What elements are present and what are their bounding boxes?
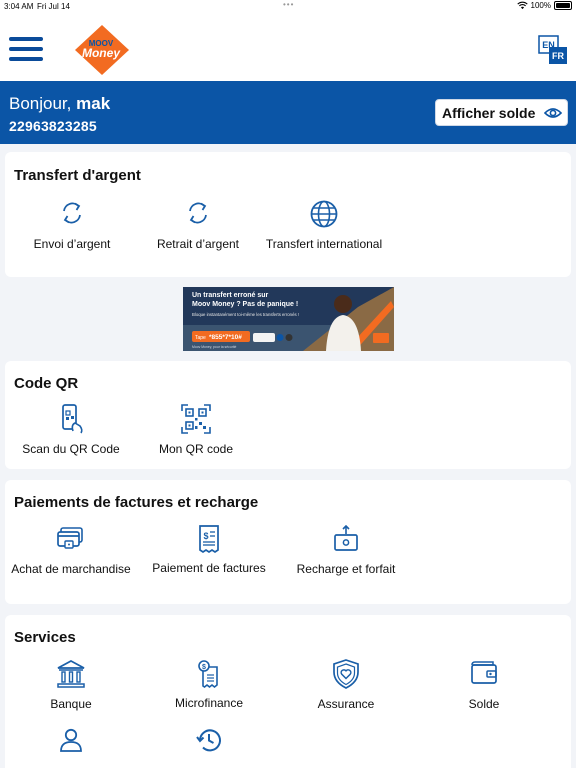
- greeting: Bonjour, mak: [9, 94, 110, 114]
- transfer-card: Transfert d'argent Envoi d’argent Retrai…: [5, 152, 571, 277]
- eye-icon: [544, 108, 562, 118]
- promo-ussd: *855*7*10#: [209, 334, 242, 341]
- topup-icon: [334, 525, 358, 551]
- services-card: Services Banque $ Microfinance Assurance…: [5, 615, 571, 768]
- transfer-title: Transfert d'argent: [14, 167, 141, 184]
- show-balance-button[interactable]: Afficher solde: [435, 99, 568, 126]
- microfinance-item[interactable]: $ Microfinance: [149, 659, 269, 712]
- status-time: 3:04 AM: [4, 2, 34, 11]
- user-name: mak: [76, 94, 111, 113]
- refresh-icon: [189, 202, 207, 224]
- wifi-icon: [516, 1, 528, 10]
- history-icon: [196, 729, 221, 752]
- microfinance-label: Microfinance: [174, 696, 244, 710]
- insurance-label: Assurance: [317, 697, 375, 711]
- withdraw-money-label: Retrait d’argent: [156, 237, 240, 251]
- my-qr-label: Mon QR code: [158, 442, 234, 456]
- account-banner: Bonjour, mak 22963823285 Afficher solde: [0, 81, 576, 144]
- international-transfer-item[interactable]: Transfert international: [264, 199, 384, 253]
- scan-qr-label: Scan du QR Code: [22, 442, 120, 456]
- bill-icon: $: [199, 525, 219, 554]
- send-money-label: Envoi d’argent: [33, 237, 111, 251]
- purchase-label: Achat de marchandise: [11, 562, 131, 576]
- topup-label: Recharge et forfait: [296, 562, 396, 576]
- qr-code-icon: [181, 404, 211, 434]
- withdraw-money-item[interactable]: Retrait d’argent: [138, 199, 258, 253]
- show-balance-label: Afficher solde: [442, 105, 536, 121]
- my-qr-item[interactable]: Mon QR code: [136, 404, 256, 458]
- svg-text:$: $: [203, 531, 208, 541]
- logo-text-bottom: Money: [82, 46, 121, 60]
- phone-number: 22963823285: [9, 118, 97, 134]
- services-title: Services: [14, 629, 76, 646]
- bank-label: Banque: [50, 697, 92, 711]
- scan-qr-item[interactable]: Scan du QR Code: [11, 404, 131, 458]
- purchase-item[interactable]: Achat de marchandise: [11, 525, 131, 578]
- top-bar: MOOV Money EN FR: [0, 14, 576, 81]
- payments-card: Paiements de factures et recharge Achat …: [5, 480, 571, 604]
- phone-qr-icon: [62, 404, 83, 434]
- send-money-item[interactable]: Envoi d’argent: [12, 199, 132, 253]
- refresh-icon: [63, 202, 81, 224]
- globe-icon: [310, 200, 338, 228]
- qr-card: Code QR Scan du QR Code Mon QR code: [5, 361, 571, 469]
- language-switch-icon[interactable]: EN FR: [538, 35, 568, 65]
- promo-headline-2: Moov Money ? Pas de panique !: [192, 301, 298, 308]
- topup-item[interactable]: Recharge et forfait: [286, 525, 406, 578]
- moov-money-logo: MOOV Money: [75, 25, 129, 75]
- promo-headline-1: Un transfert erroné sur: [192, 292, 269, 299]
- qr-title: Code QR: [14, 375, 79, 392]
- status-right: 100%: [516, 1, 572, 10]
- microfinance-icon: $: [198, 660, 218, 689]
- payments-title: Paiements de factures et recharge: [14, 494, 259, 511]
- battery-percent: 100%: [530, 1, 551, 10]
- greeting-text: Bonjour,: [9, 94, 72, 113]
- shield-heart-icon: [333, 659, 359, 689]
- profile-item[interactable]: [11, 727, 131, 760]
- international-transfer-label: Transfert international: [265, 237, 383, 251]
- card-icon: [57, 527, 83, 549]
- history-item[interactable]: [149, 726, 269, 761]
- promo-banner[interactable]: Un transfert erroné sur Moov Money ? Pas…: [183, 287, 394, 351]
- insurance-item[interactable]: Assurance: [286, 659, 406, 713]
- multitask-dots-icon: •••: [283, 0, 295, 9]
- promo-body: Bloque instantanément toi-même les trans…: [192, 312, 299, 317]
- bank-item[interactable]: Banque: [11, 659, 131, 713]
- status-bar: 3:04 AM Fri Jul 14 ••• 100%: [0, 0, 576, 14]
- promo-footer: Moov Money, pour ta sécurité: [192, 345, 237, 349]
- balance-label: Solde: [468, 697, 500, 711]
- battery-icon: [554, 1, 572, 10]
- wallet-icon: [471, 661, 497, 684]
- user-icon: [60, 728, 82, 752]
- bill-payment-item[interactable]: $ Paiement de factures: [149, 524, 269, 577]
- bank-icon: [57, 660, 85, 688]
- balance-item[interactable]: Solde: [424, 659, 544, 713]
- promo-graphic: Un transfert erroné sur Moov Money ? Pas…: [183, 287, 394, 351]
- bill-payment-label: Paiement de factures: [152, 561, 266, 575]
- status-date: Fri Jul 14: [37, 2, 70, 11]
- svg-text:$: $: [202, 664, 206, 671]
- svg-text:FR: FR: [552, 51, 564, 61]
- promo-tape: Tape: [195, 335, 206, 341]
- menu-icon[interactable]: [9, 37, 43, 61]
